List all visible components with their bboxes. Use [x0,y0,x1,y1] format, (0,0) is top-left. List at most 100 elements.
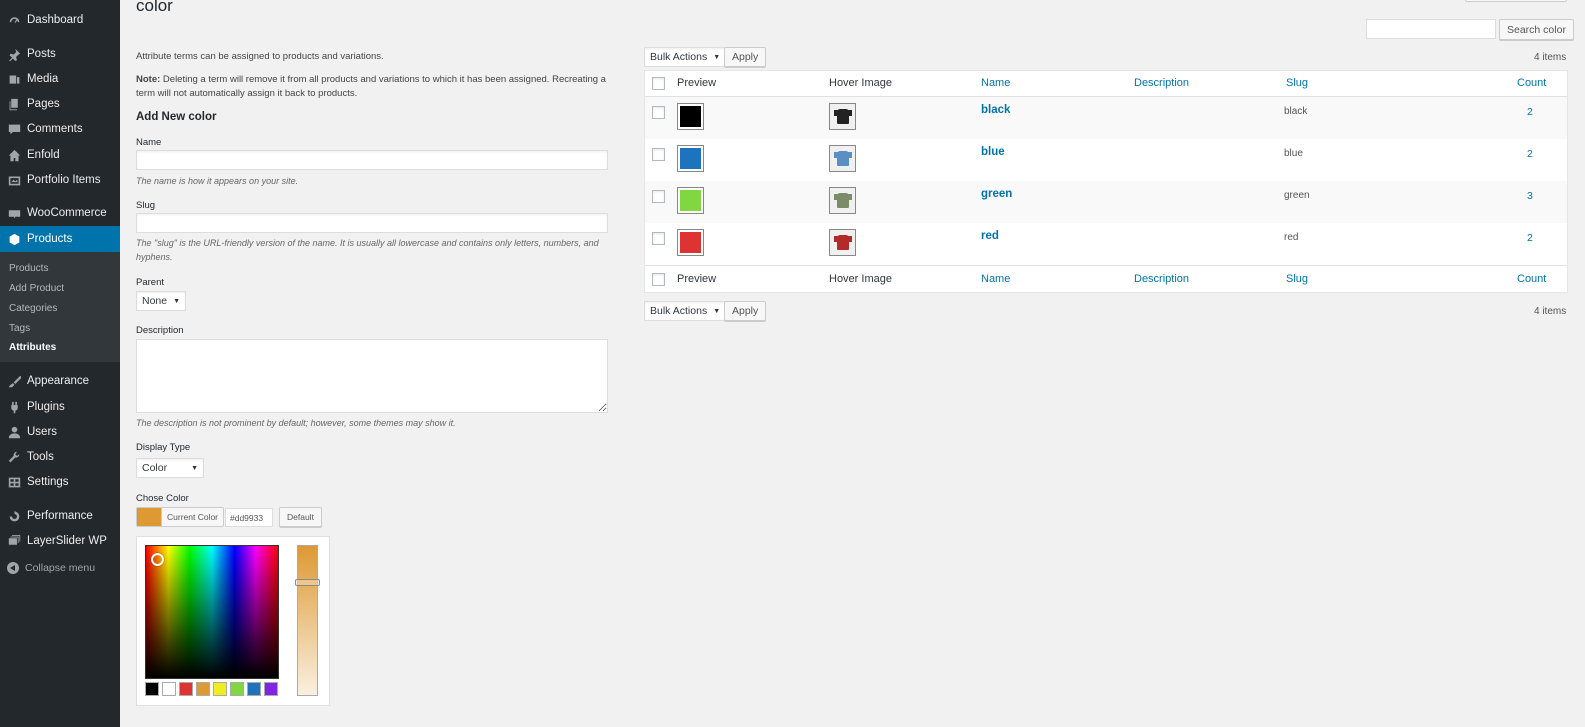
slider-handle[interactable] [295,579,320,586]
sidebar-item-label: Plugins [27,401,65,413]
sidebar-item-appearance[interactable]: Appearance [0,369,120,393]
term-count-link[interactable]: 2 [1527,148,1533,160]
color-hex-input[interactable] [225,508,273,527]
sidebar-item-performance[interactable]: Performance [0,504,120,528]
row-checkbox[interactable] [652,232,665,245]
screen-options-button[interactable] [1465,0,1567,2]
sidebar-item-label: Products [27,233,73,245]
palette-swatch[interactable] [264,682,278,696]
table-row: red red 2 [645,223,1567,265]
terms-table: Preview Hover Image Name Description Slu… [644,70,1568,293]
submenu-item-categories[interactable]: Categories [9,303,57,314]
term-count-link[interactable]: 3 [1527,190,1533,202]
bulk-actions-select[interactable]: Bulk Actions ▼ [644,47,727,67]
media-icon [7,72,21,86]
display-type-select[interactable]: Color ▼ [136,458,204,478]
palette-swatch[interactable] [213,682,227,696]
bulk-actions-select-bottom[interactable]: Bulk Actions ▼ [644,301,727,321]
term-name-link[interactable]: green [981,188,1012,200]
apply-button[interactable]: Apply [724,47,767,67]
column-slug[interactable]: Slug [1286,273,1308,285]
sidebar-item-label: Enfold [27,149,60,161]
collapse-menu-button[interactable]: Collapse menu [7,562,95,574]
sidebar-item-settings[interactable]: Settings [0,470,120,494]
palette-swatch[interactable] [145,682,159,696]
sidebar-item-pages[interactable]: Pages [0,92,120,116]
saturation-square[interactable] [145,545,279,679]
display-type-value: Color [142,462,168,474]
sidebar-item-woocommerce[interactable]: WooCommerce [0,201,120,225]
term-name-link[interactable]: red [981,230,999,242]
submenu-item-products[interactable]: Products [9,263,48,274]
column-hover-image: Hover Image [829,273,892,285]
row-checkbox[interactable] [652,190,665,203]
table-row: green green 3 [645,181,1567,223]
hover-image-thumbnail [829,145,856,172]
chevron-down-icon: ▼ [173,297,181,305]
sidebar-item-media[interactable]: Media [0,67,120,91]
sidebar-item-posts[interactable]: Posts [0,42,120,66]
palette-swatch[interactable] [196,682,210,696]
portfolio-icon [7,173,21,187]
submenu-item-tags[interactable]: Tags [9,323,30,334]
column-slug[interactable]: Slug [1286,77,1308,89]
woo-icon [7,206,21,220]
column-count[interactable]: Count [1517,273,1546,285]
parent-select[interactable]: None ▼ [136,291,187,311]
column-name[interactable]: Name [981,77,1010,89]
column-description[interactable]: Description [1134,77,1189,89]
select-all-checkbox-footer[interactable] [652,273,665,286]
sidebar-item-layerslider-wp[interactable]: LayerSlider WP [0,529,120,553]
term-slug: red [1284,232,1299,243]
name-input[interactable] [136,150,608,170]
color-slider[interactable] [295,545,320,696]
term-name-link[interactable]: black [981,104,1010,116]
row-checkbox[interactable] [652,106,665,119]
term-count-link[interactable]: 2 [1527,232,1533,244]
sidebar-item-dashboard[interactable]: Dashboard [0,8,120,32]
sidebar-item-users[interactable]: Users [0,420,120,444]
select-all-checkbox[interactable] [652,77,665,90]
items-count-bottom: 4 items [1534,306,1567,317]
term-slug: black [1284,106,1308,117]
slug-input[interactable] [136,213,608,233]
search-input[interactable] [1366,19,1496,39]
page-title: color [136,0,173,15]
color-picker-toggle[interactable]: Current Color [136,507,225,527]
term-count-link[interactable]: 2 [1527,106,1533,118]
table-header: Preview Hover Image Name Description Slu… [645,71,1567,97]
sidebar-item-portfolio-items[interactable]: Portfolio Items [0,168,120,192]
sidebar-item-enfold[interactable]: Enfold [0,143,120,167]
column-description[interactable]: Description [1134,273,1189,285]
default-color-button[interactable]: Default [279,507,322,527]
column-hover-image: Hover Image [829,77,892,89]
submenu-item-attributes[interactable]: Attributes [9,342,56,353]
apply-button-bottom[interactable]: Apply [724,301,767,321]
term-name-link[interactable]: blue [981,146,1005,158]
row-checkbox[interactable] [652,148,665,161]
search-button[interactable]: Search color [1499,19,1574,40]
saturation-handle[interactable] [151,553,164,566]
chevron-down-icon: ▼ [713,53,721,61]
palette-swatch[interactable] [230,682,244,696]
palette-swatch[interactable] [179,682,193,696]
term-slug: blue [1284,148,1303,159]
palette-swatch[interactable] [247,682,261,696]
table-footer: Preview Hover Image Name Description Slu… [645,265,1567,292]
wrench-icon [7,450,21,464]
submenu-item-add-product[interactable]: Add Product [9,283,64,294]
column-name[interactable]: Name [981,273,1010,285]
sidebar-item-products[interactable]: Products [0,226,120,252]
sidebar-item-label: Dashboard [27,14,84,26]
note-text: Note: Deleting a term will remove it fro… [136,73,626,101]
sidebar-item-plugins[interactable]: Plugins [0,395,120,419]
sidebar-item-tools[interactable]: Tools [0,445,120,469]
shirt-icon [833,235,852,250]
sidebar-item-comments[interactable]: Comments [0,117,120,141]
palette-swatch[interactable] [162,682,176,696]
column-count[interactable]: Count [1517,77,1546,89]
sidebar-item-label: Settings [27,476,69,488]
description-textarea[interactable] [136,339,608,413]
shirt-icon [833,109,852,124]
color-preview-swatch [677,145,704,172]
